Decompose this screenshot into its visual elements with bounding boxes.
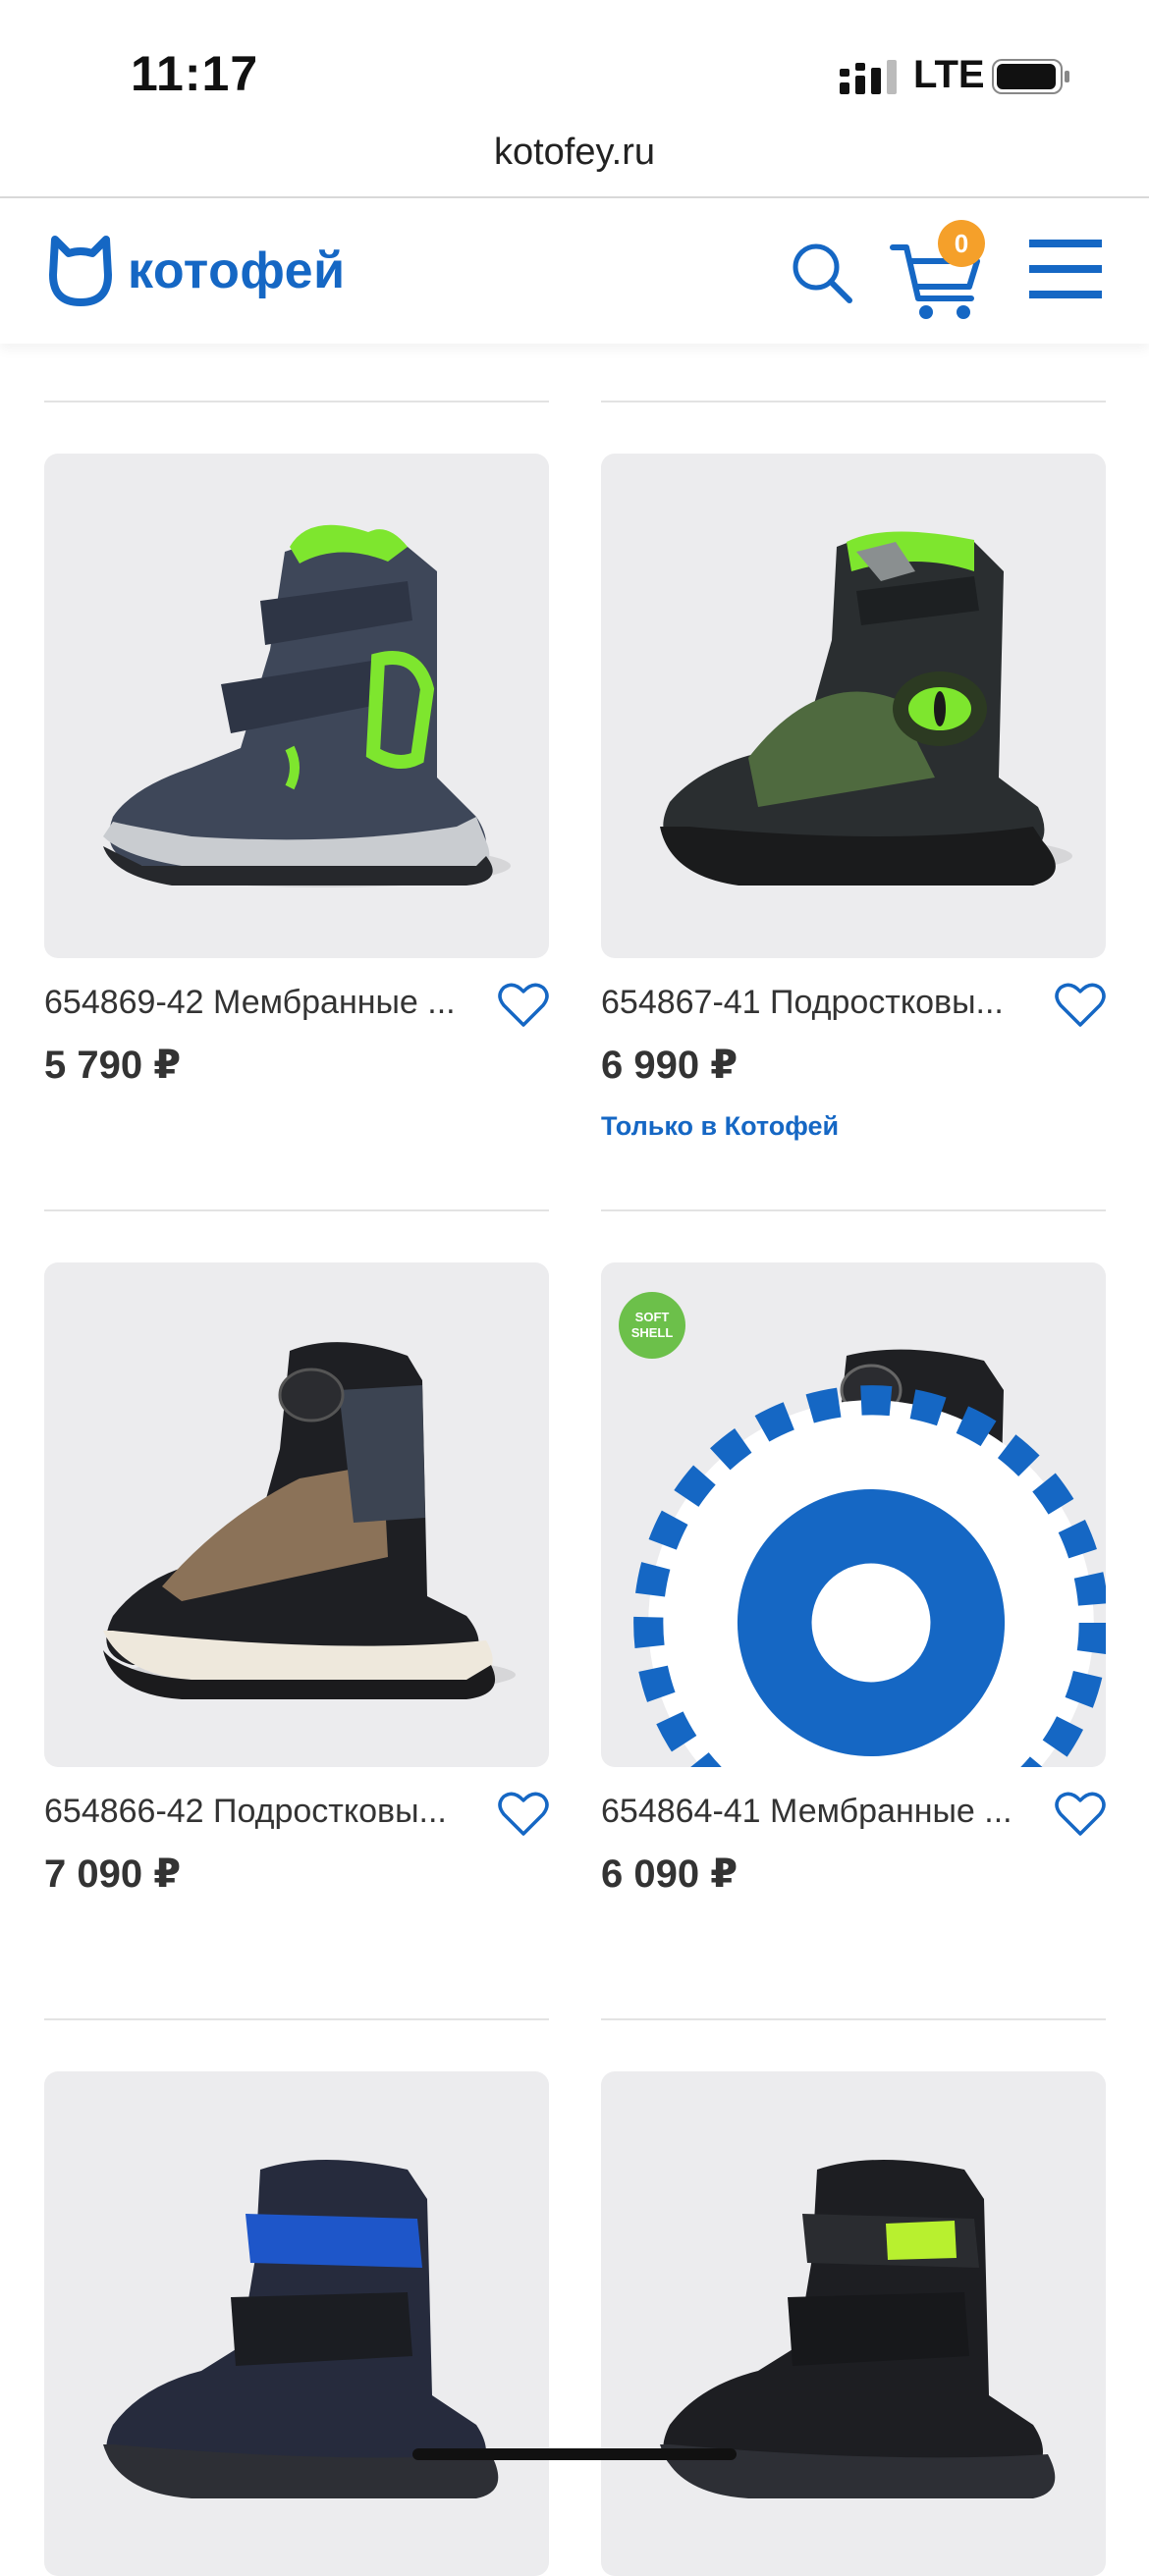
soft-shell-badge: SOFT SHELL xyxy=(619,1292,685,1359)
cart-count-badge: 0 xyxy=(938,220,985,267)
row-divider xyxy=(44,1209,549,1211)
product-image[interactable] xyxy=(601,454,1106,958)
dial-lacing-badge-icon xyxy=(633,1385,1106,1767)
boot-image xyxy=(103,1342,516,1699)
row-divider xyxy=(44,401,549,402)
product-image[interactable] xyxy=(44,2071,549,2576)
status-bar: 11:17 LTE kotofey.ru xyxy=(0,0,1149,198)
product-title[interactable]: 654864-41 Мембранные ... xyxy=(601,1793,1033,1831)
product-price: 6 090 ₽ xyxy=(601,1852,739,1896)
favorite-heart-icon[interactable] xyxy=(498,982,549,1029)
site-logo[interactable]: котофей xyxy=(49,234,346,308)
browser-url[interactable]: kotofey.ru xyxy=(0,132,1149,174)
cat-logo-icon xyxy=(49,236,112,306)
row-divider xyxy=(601,401,1106,402)
cellular-signal-icon xyxy=(840,60,897,94)
favorite-heart-icon[interactable] xyxy=(1055,1791,1106,1838)
site-header: котофей xyxy=(0,198,1149,344)
product-image[interactable] xyxy=(44,1262,549,1767)
product-price: 7 090 ₽ xyxy=(44,1852,182,1896)
product-title[interactable]: 654866-42 Подростковы... xyxy=(44,1793,476,1831)
boot-image xyxy=(103,2160,499,2498)
boot-image xyxy=(103,524,511,887)
product-title[interactable]: 654867-41 Подростковы... xyxy=(601,984,1033,1022)
row-divider xyxy=(601,1209,1106,1211)
favorite-heart-icon[interactable] xyxy=(1055,982,1106,1029)
logo-text: котофей xyxy=(128,242,346,299)
row-divider xyxy=(601,2018,1106,2020)
hamburger-menu-icon[interactable] xyxy=(1029,236,1102,302)
boot-image xyxy=(660,2160,1056,2498)
search-icon[interactable] xyxy=(791,242,853,304)
product-image[interactable]: SOFT SHELL xyxy=(601,1262,1106,1767)
product-image[interactable] xyxy=(44,454,549,958)
product-image[interactable] xyxy=(601,2071,1106,2576)
status-time: 11:17 xyxy=(131,46,259,101)
home-indicator[interactable] xyxy=(412,2448,737,2460)
battery-icon xyxy=(992,59,1069,94)
exclusive-tag: Только в Котофей xyxy=(601,1111,840,1141)
favorite-heart-icon[interactable] xyxy=(498,1791,549,1838)
network-type: LTE xyxy=(913,53,985,96)
boot-image xyxy=(660,531,1072,886)
soft-shell-badge-text: SOFT SHELL xyxy=(630,1310,674,1340)
product-title[interactable]: 654869-42 Мембранные ... xyxy=(44,984,476,1022)
row-divider xyxy=(44,2018,549,2020)
product-price: 5 790 ₽ xyxy=(44,1044,182,1087)
product-price: 6 990 ₽ xyxy=(601,1044,739,1087)
